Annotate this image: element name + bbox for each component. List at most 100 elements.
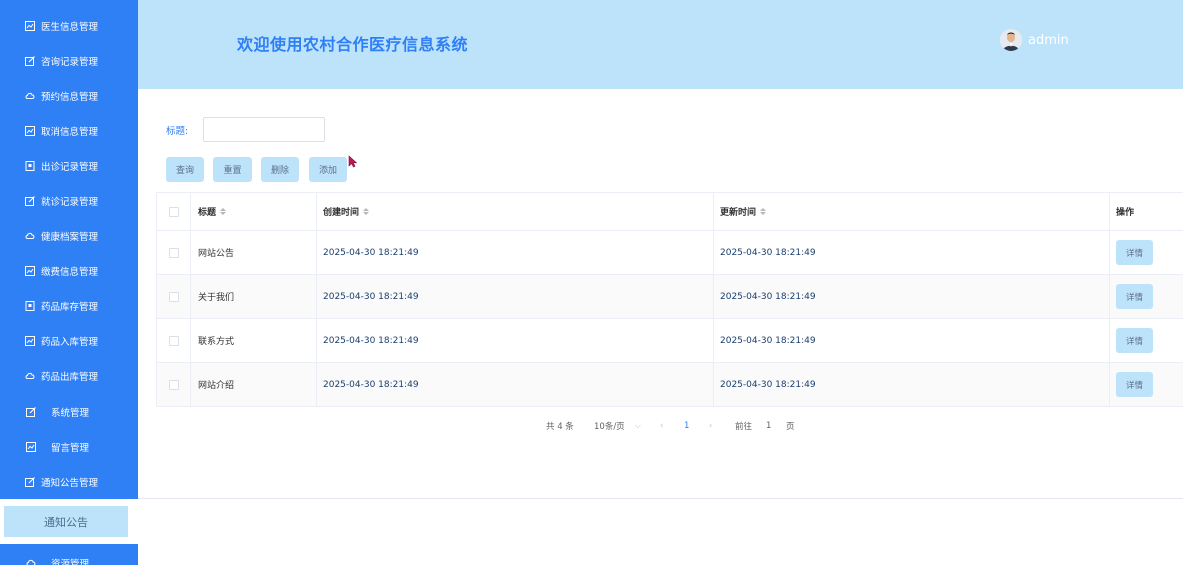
page-number-current[interactable]: 1	[684, 420, 689, 432]
row-checkbox[interactable]	[168, 335, 179, 346]
sidebar-item-label: 咨询记录管理	[41, 56, 99, 68]
sidebar-item-label: 预约信息管理	[41, 91, 99, 103]
sidebar-item-resources[interactable]: 资源管理	[0, 545, 138, 565]
sidebar-item-doctor-info[interactable]: 医生信息管理	[0, 8, 138, 43]
filter-title-label: 标题:	[166, 126, 189, 137]
row-checkbox[interactable]	[168, 379, 179, 390]
submenu-item-notice[interactable]: 通知公告	[4, 506, 128, 537]
table-row: 网站公告 2025-04-30 18:21:49 2025-04-30 18:2…	[157, 231, 1183, 275]
sidebar-item-label: 缴费信息管理	[41, 266, 99, 278]
sidebar-item-label: 资源管理	[51, 558, 90, 565]
cell-created: 2025-04-30 18:21:49	[317, 363, 714, 406]
column-header-title[interactable]: 标题	[191, 193, 317, 230]
select-all-checkbox[interactable]	[168, 206, 179, 217]
row-select-cell	[157, 275, 191, 318]
sidebar-item-payment-info[interactable]: 缴费信息管理	[0, 253, 138, 288]
chart-icon	[26, 441, 36, 452]
cell-actions: 详情	[1110, 231, 1183, 274]
cell-title: 关于我们	[191, 275, 317, 318]
detail-button[interactable]: 详情	[1116, 284, 1153, 309]
sort-icon[interactable]	[363, 208, 370, 215]
sidebar-item-appointment-info[interactable]: 预约信息管理	[0, 78, 138, 113]
cell-updated: 2025-04-30 18:21:49	[714, 319, 1110, 362]
cloud-icon	[25, 371, 35, 381]
sidebar-item-label: 就诊记录管理	[41, 196, 99, 208]
sidebar-item-cancel-info[interactable]: 取消信息管理	[0, 113, 138, 148]
sidebar-item-drug-inventory[interactable]: 药品库存管理	[0, 288, 138, 323]
sort-icon[interactable]	[760, 208, 767, 215]
cell-created: 2025-04-30 18:21:49	[317, 319, 714, 362]
delete-button[interactable]: 删除	[261, 157, 299, 182]
header: 欢迎使用农村合作医疗信息系统 admin	[138, 0, 1183, 89]
cell-updated: 2025-04-30 18:21:49	[714, 275, 1110, 318]
row-select-cell	[157, 231, 191, 274]
table-row: 关于我们 2025-04-30 18:21:49 2025-04-30 18:2…	[157, 275, 1183, 319]
page-size-select[interactable]: 10条/页 ⌵	[594, 420, 641, 432]
sidebar-item-treatment-records[interactable]: 就诊记录管理	[0, 183, 138, 218]
title-search-input[interactable]	[203, 117, 325, 142]
detail-button[interactable]: 详情	[1116, 240, 1153, 265]
chevron-down-icon: ⌵	[634, 421, 641, 430]
row-checkbox[interactable]	[168, 291, 179, 302]
edit-icon	[25, 476, 35, 487]
document-icon	[25, 300, 35, 311]
cell-actions: 详情	[1110, 275, 1183, 318]
cell-title: 联系方式	[191, 319, 317, 362]
table-row: 网站介绍 2025-04-30 18:21:49 2025-04-30 18:2…	[157, 363, 1183, 407]
cell-title: 网站公告	[191, 231, 317, 274]
column-header-created[interactable]: 创建时间	[317, 193, 714, 230]
sidebar-item-health-records[interactable]: 健康档案管理	[0, 218, 138, 253]
row-select-cell	[157, 363, 191, 406]
prev-page-icon[interactable]: ‹	[660, 420, 663, 432]
sidebar-item-label: 药品出库管理	[41, 371, 99, 383]
avatar[interactable]	[1000, 29, 1022, 51]
document-icon	[25, 160, 35, 171]
sidebar-item-label: 通知公告管理	[41, 477, 99, 489]
table-row: 联系方式 2025-04-30 18:21:49 2025-04-30 18:2…	[157, 319, 1183, 363]
cell-title: 网站介绍	[191, 363, 317, 406]
sidebar-item-label: 医生信息管理	[41, 21, 99, 33]
sidebar-item-label: 系统管理	[51, 407, 90, 419]
sidebar-item-label: 出诊记录管理	[41, 161, 99, 173]
sidebar-item-drug-stock-out[interactable]: 药品出库管理	[0, 358, 138, 393]
detail-button[interactable]: 详情	[1116, 372, 1153, 397]
cloud-icon	[26, 558, 36, 565]
cloud-icon	[25, 91, 35, 101]
table-header-row: 标题 创建时间 更新时间 操作	[157, 193, 1183, 231]
select-all-cell	[157, 193, 191, 230]
sidebar-item-consult-records[interactable]: 咨询记录管理	[0, 43, 138, 78]
sidebar-item-drug-stock-in[interactable]: 药品入库管理	[0, 323, 138, 358]
username[interactable]: admin	[1028, 33, 1069, 48]
cell-created: 2025-04-30 18:21:49	[317, 231, 714, 274]
chart-icon	[25, 335, 35, 346]
sidebar-item-visit-records[interactable]: 出诊记录管理	[0, 148, 138, 183]
column-header-updated[interactable]: 更新时间	[714, 193, 1110, 230]
edit-icon	[25, 195, 35, 206]
sidebar-item-label: 药品入库管理	[41, 336, 99, 348]
sidebar-item-system[interactable]: 系统管理	[0, 394, 138, 429]
cell-created: 2025-04-30 18:21:49	[317, 275, 714, 318]
sidebar-item-label: 健康档案管理	[41, 231, 99, 243]
sidebar-item-messages[interactable]: 留言管理	[0, 429, 138, 464]
sidebar-item-label: 药品库存管理	[41, 301, 99, 313]
sort-icon[interactable]	[220, 208, 227, 215]
row-checkbox[interactable]	[168, 247, 179, 258]
user-menu[interactable]: admin	[1000, 29, 1069, 51]
sidebar: 医生信息管理 咨询记录管理 预约信息管理 取消信息管理 出诊记录管理 就诊记录管…	[0, 0, 138, 565]
cell-updated: 2025-04-30 18:21:49	[714, 231, 1110, 274]
page-title: 欢迎使用农村合作医疗信息系统	[237, 35, 469, 54]
sidebar-item-label: 取消信息管理	[41, 126, 99, 138]
column-header-actions: 操作	[1116, 208, 1135, 218]
sidebar-item-label: 留言管理	[51, 442, 90, 454]
reset-button[interactable]: 重置	[213, 157, 252, 182]
add-button[interactable]: 添加	[309, 157, 347, 182]
goto-page-input[interactable]: 1	[766, 420, 771, 432]
sidebar-item-notice-management[interactable]: 通知公告管理	[0, 464, 138, 499]
query-button[interactable]: 查询	[166, 157, 204, 182]
detail-button[interactable]: 详情	[1116, 328, 1153, 353]
cell-actions: 详情	[1110, 319, 1183, 362]
mouse-cursor-icon	[348, 153, 358, 172]
next-page-icon[interactable]: ›	[709, 420, 712, 432]
cloud-icon	[25, 231, 35, 241]
pagination-total: 共 4 条	[546, 422, 574, 432]
